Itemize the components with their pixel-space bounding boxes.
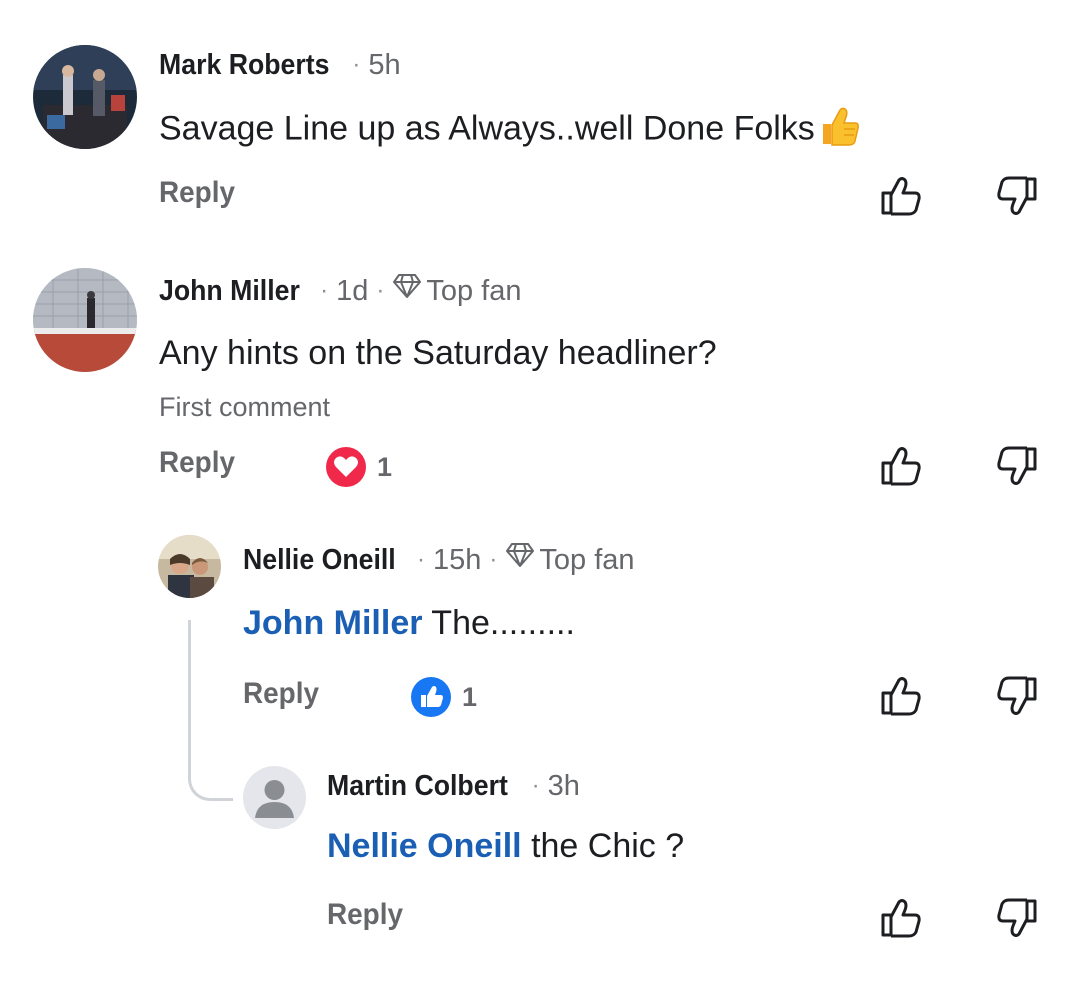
separator: ·: [320, 277, 329, 304]
author-name[interactable]: Mark Roberts: [159, 49, 330, 82]
top-fan-badge: Top fan: [426, 274, 522, 307]
first-comment-label: First comment: [159, 392, 331, 422]
separator: ·: [352, 51, 361, 78]
dislike-icon[interactable]: [995, 896, 1039, 940]
separator: ·: [489, 546, 498, 573]
mention-link[interactable]: Nellie Oneill: [327, 827, 522, 865]
comment-text: John Miller The.........: [243, 604, 575, 643]
top-fan-badge: Top fan: [539, 543, 635, 576]
comment-header: Nellie Oneill · 15h · Top fan: [243, 540, 635, 580]
thumbs-up-emoji-icon: [817, 104, 861, 157]
comment-body: The.........: [422, 604, 575, 642]
avatar[interactable]: [33, 268, 137, 372]
dislike-icon[interactable]: [995, 674, 1039, 718]
dislike-icon[interactable]: [995, 444, 1039, 488]
reaction-count: 1: [462, 681, 478, 712]
timestamp[interactable]: 5h: [368, 49, 400, 82]
reaction-count: 1: [377, 451, 393, 482]
timestamp[interactable]: 3h: [548, 770, 580, 803]
separator: ·: [417, 546, 425, 573]
like-icon[interactable]: [879, 674, 923, 718]
timestamp[interactable]: 1d: [336, 275, 368, 308]
avatar[interactable]: [243, 766, 306, 829]
separator: ·: [376, 277, 385, 304]
reply-button[interactable]: Reply: [327, 898, 403, 932]
comment-header: Mark Roberts · 5h: [159, 45, 401, 85]
reply-button[interactable]: Reply: [159, 446, 235, 480]
timestamp[interactable]: 15h: [433, 544, 481, 577]
dislike-icon[interactable]: [995, 174, 1039, 218]
diamond-icon: [505, 542, 535, 576]
separator: ·: [531, 772, 540, 799]
reply-button[interactable]: Reply: [243, 677, 319, 711]
comment-header: Martin Colbert · 3h: [327, 766, 580, 806]
reaction-summary[interactable]: 1: [325, 446, 392, 488]
comment-header: John Miller · 1d · Top fan: [159, 271, 521, 311]
comment-text: Any hints on the Saturday headliner?: [159, 334, 717, 372]
diamond-icon: [392, 273, 422, 307]
comment-body: the Chic ?: [521, 827, 685, 865]
comment-text: Nellie Oneill the Chic ?: [327, 827, 684, 866]
like-reaction-icon: [411, 677, 451, 717]
author-name[interactable]: Nellie Oneill: [243, 544, 396, 577]
author-name[interactable]: Martin Colbert: [327, 770, 508, 803]
like-icon[interactable]: [879, 444, 923, 488]
reaction-summary[interactable]: 1: [410, 676, 477, 718]
thread-connector: [188, 620, 233, 801]
heart-reaction-icon: [326, 447, 366, 487]
reply-button[interactable]: Reply: [159, 176, 235, 210]
comment-body: Savage Line up as Always..well Done Folk…: [159, 109, 815, 148]
avatar[interactable]: [33, 45, 137, 149]
avatar[interactable]: [158, 535, 221, 598]
mention-link[interactable]: John Miller: [243, 604, 422, 642]
comment-text: Savage Line up as Always..well Done Folk…: [159, 104, 861, 157]
author-name[interactable]: John Miller: [159, 275, 300, 308]
like-icon[interactable]: [879, 174, 923, 218]
like-icon[interactable]: [879, 896, 923, 940]
